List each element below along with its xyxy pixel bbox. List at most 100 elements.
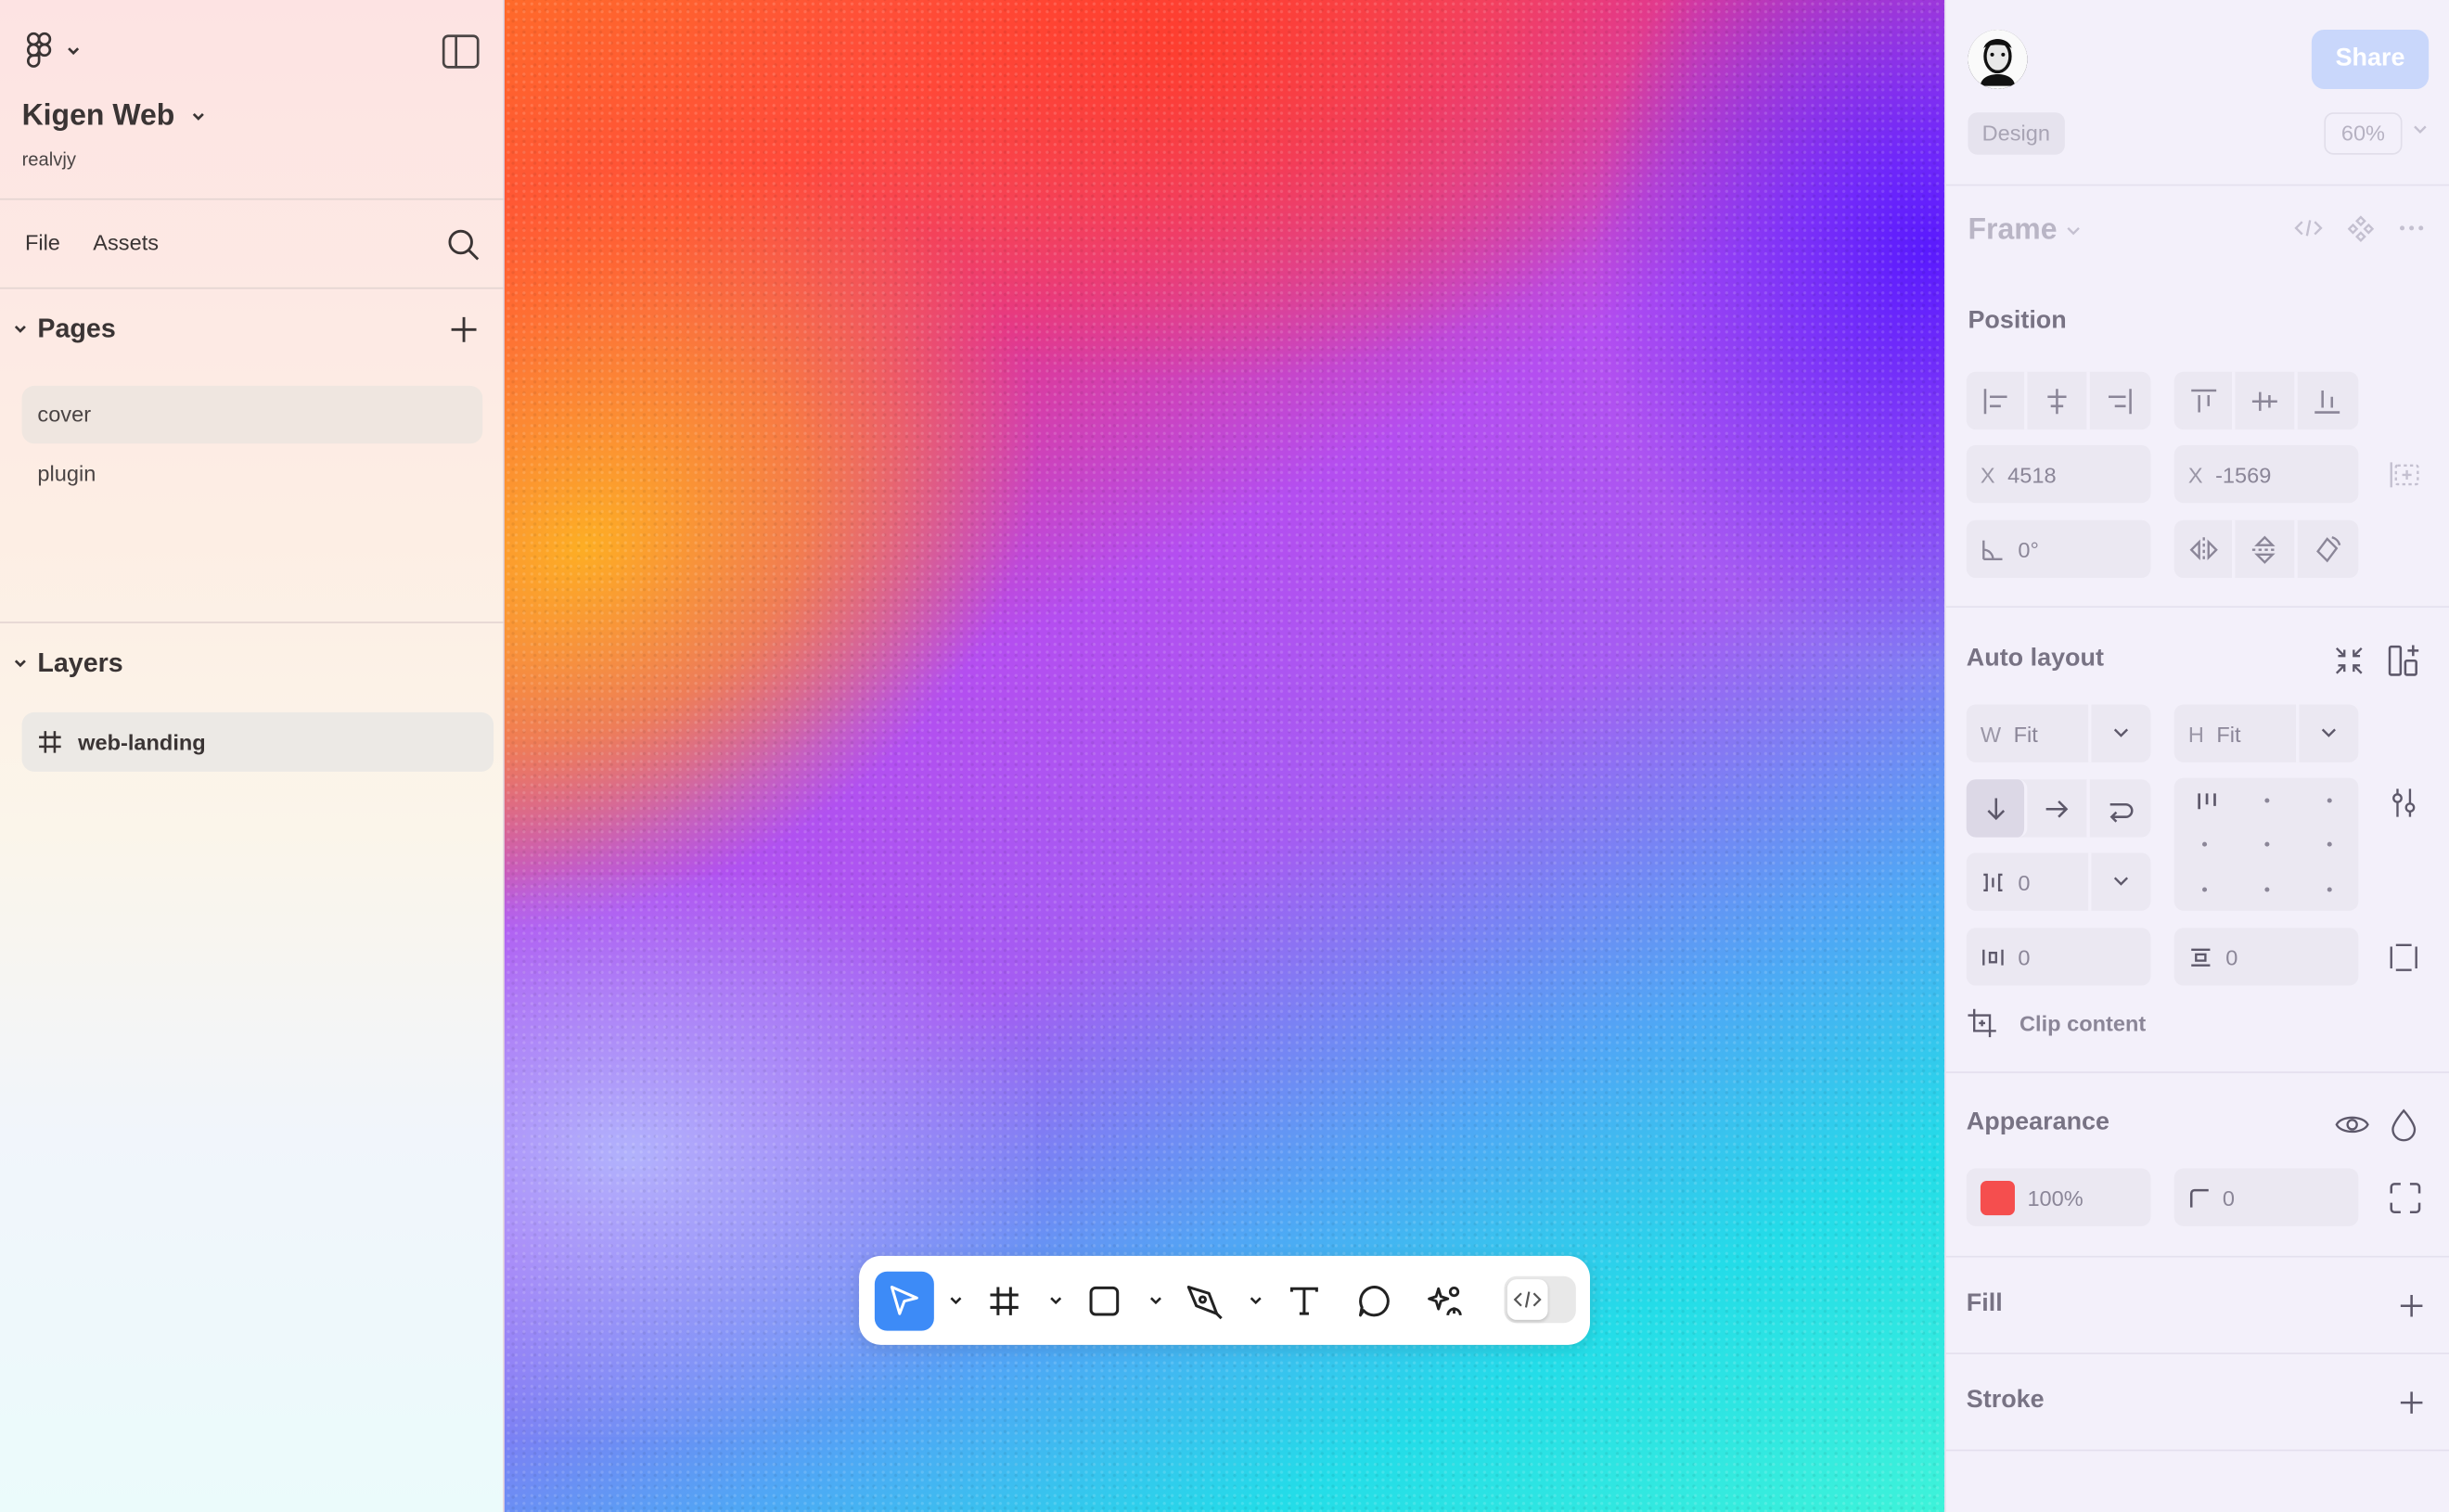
selection-type: Frame [1968, 213, 2058, 248]
chevron-down-icon[interactable] [2413, 125, 2427, 136]
corner-radius-field[interactable]: 0 [2173, 1168, 2359, 1226]
frame-tool[interactable] [984, 1272, 1025, 1331]
text-tool[interactable] [1284, 1272, 1325, 1331]
tab-file[interactable]: File [25, 230, 60, 255]
align-center-v-icon[interactable] [2236, 371, 2298, 430]
project-title[interactable]: Kigen Web [22, 100, 206, 135]
arrow-right-icon[interactable] [2028, 779, 2090, 838]
align-bottom-icon[interactable] [2297, 372, 2358, 429]
align-center-h-icon[interactable] [2028, 371, 2090, 430]
advanced-settings-icon[interactable] [2388, 786, 2419, 820]
more-icon[interactable] [2399, 224, 2424, 231]
chevron-down-icon[interactable] [2088, 704, 2150, 762]
corner-radius-value: 0 [2222, 1185, 2236, 1211]
project-name: Kigen Web [21, 99, 175, 134]
component-icon[interactable] [2347, 215, 2375, 242]
flip-vertical-icon[interactable] [2236, 519, 2298, 579]
move-tool-dropdown[interactable] [946, 1272, 965, 1331]
add-fill-icon[interactable] [2396, 1290, 2428, 1322]
sidebar-toggle-icon[interactable] [441, 32, 481, 72]
position-title: Position [1968, 307, 2067, 335]
fill-color-swatch[interactable] [1980, 1180, 2015, 1215]
padding-v-value: 0 [2225, 943, 2238, 969]
horizontal-align-group [1966, 371, 2151, 430]
add-page-icon[interactable] [447, 313, 481, 347]
page-item-plugin[interactable]: plugin [22, 445, 483, 503]
page-item-cover[interactable]: cover [21, 385, 483, 444]
appearance-title: Appearance [1966, 1108, 2109, 1136]
cursor-icon [890, 1286, 918, 1315]
comment-tool[interactable] [1353, 1272, 1396, 1331]
pages-section-header[interactable]: Pages [12, 314, 116, 345]
divider [0, 198, 505, 200]
height-field[interactable]: H Fit [2173, 704, 2359, 762]
padding-vertical-icon [2188, 946, 2213, 968]
divider [1944, 606, 2449, 609]
chevron-down-icon [12, 658, 28, 670]
constraints-icon[interactable] [2388, 457, 2422, 492]
rotate-icon[interactable] [2297, 520, 2358, 578]
rectangle-tool-dropdown[interactable] [1147, 1272, 1165, 1331]
search-icon[interactable] [445, 226, 482, 263]
chevron-down-icon [1149, 1297, 1161, 1305]
pen-tool[interactable] [1183, 1272, 1226, 1331]
layers-section-header[interactable]: Layers [12, 648, 123, 680]
collapse-icon[interactable] [2332, 644, 2366, 678]
project-owner: realvjy [21, 147, 76, 171]
x-label: X [1980, 461, 1995, 487]
main-menu-button[interactable] [22, 32, 82, 72]
divider [0, 287, 505, 289]
arrow-down-icon[interactable] [1966, 779, 2029, 838]
actions-tool[interactable] [1423, 1272, 1467, 1331]
dev-mode-toggle[interactable] [1504, 1275, 1576, 1324]
rotation-field[interactable]: 0° [1966, 519, 2151, 579]
vertical-padding-field[interactable]: 0 [2173, 928, 2359, 986]
independent-corners-icon[interactable] [2388, 1181, 2422, 1215]
blend-mode-icon[interactable] [2390, 1108, 2417, 1142]
chevron-down-icon [1050, 1297, 1062, 1305]
selection-type-dropdown[interactable]: Frame [1968, 214, 2080, 249]
chevron-down-icon[interactable] [2088, 852, 2150, 911]
clip-content-label: Clip content [2019, 1010, 2147, 1036]
width-value: Fit [2013, 721, 2038, 747]
tab-design[interactable]: Design [1968, 112, 2065, 155]
avatar[interactable] [1968, 29, 2028, 89]
divider [1944, 1255, 2449, 1258]
frame-hash-icon [37, 729, 62, 754]
frame-tool-dropdown[interactable] [1046, 1272, 1065, 1331]
align-right-icon[interactable] [2089, 372, 2150, 429]
zoom-level[interactable]: 60% [2324, 112, 2403, 155]
layer-item-web-landing[interactable]: web-landing [21, 711, 494, 772]
gap-field[interactable]: 0 [1966, 852, 2151, 911]
frame-hash-icon [990, 1287, 1019, 1315]
wrap-icon[interactable] [2089, 779, 2150, 837]
chevron-down-icon[interactable] [2296, 704, 2358, 762]
move-tool[interactable] [874, 1271, 934, 1331]
code-icon [1507, 1279, 1548, 1320]
align-left-icon[interactable] [1967, 371, 2029, 430]
height-value: Fit [2216, 721, 2241, 747]
align-top-icon[interactable] [2174, 371, 2236, 430]
y-position-field[interactable]: X -1569 [2173, 444, 2359, 504]
add-stroke-icon[interactable] [2396, 1387, 2428, 1418]
individual-padding-icon[interactable] [2388, 942, 2419, 973]
rectangle-tool[interactable] [1083, 1272, 1124, 1331]
share-button[interactable]: Share [2311, 29, 2430, 89]
flip-horizontal-icon[interactable] [2174, 519, 2236, 579]
width-field[interactable]: W Fit [1966, 704, 2151, 762]
tab-assets[interactable]: Assets [93, 230, 159, 255]
code-icon[interactable] [2293, 217, 2325, 239]
stroke-title: Stroke [1966, 1387, 2045, 1414]
pen-tool-dropdown[interactable] [1247, 1272, 1265, 1331]
vertical-align-group [2173, 371, 2359, 430]
grid-dot [2264, 798, 2270, 803]
chevron-down-icon [190, 111, 206, 123]
eye-icon[interactable] [2335, 1109, 2369, 1141]
alignment-grid[interactable] [2173, 777, 2359, 911]
add-auto-layout-icon[interactable] [2387, 642, 2424, 679]
gap-value: 0 [2018, 869, 2031, 895]
horizontal-padding-field[interactable]: 0 [1966, 928, 2151, 986]
x-position-field[interactable]: X 4518 [1966, 444, 2151, 504]
clip-content-toggle[interactable]: Clip content [1967, 1007, 2146, 1039]
opacity-field[interactable]: 100% [1966, 1168, 2151, 1226]
